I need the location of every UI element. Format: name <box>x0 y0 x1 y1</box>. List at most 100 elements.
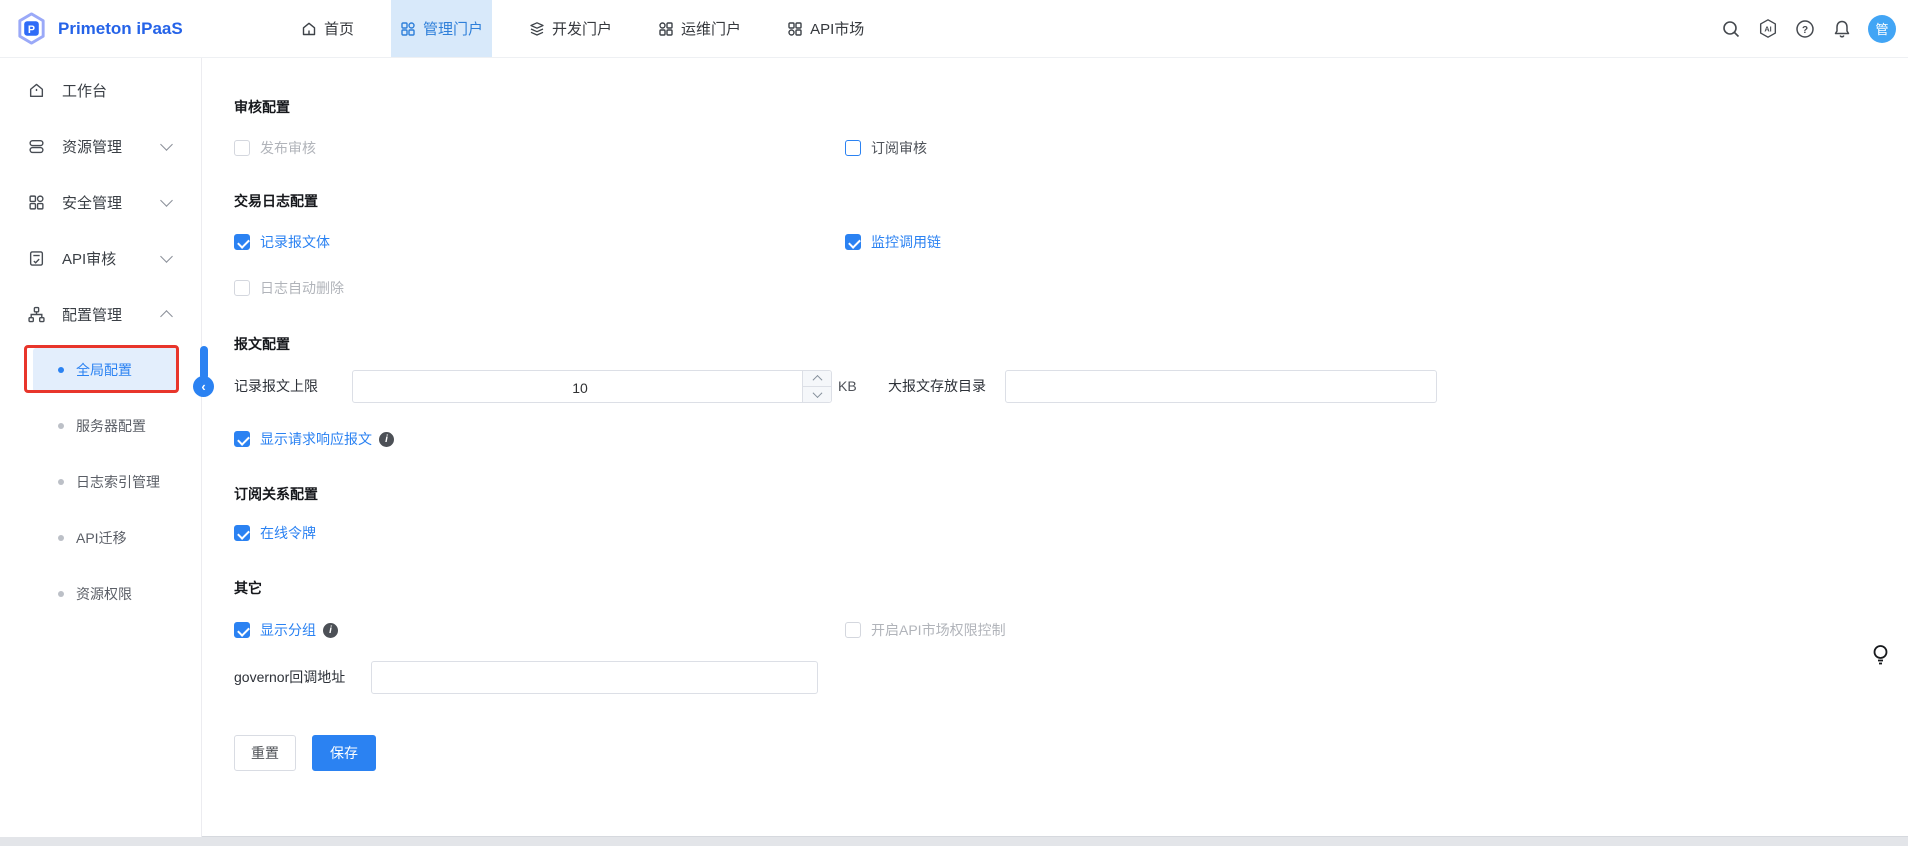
message-limit-input-wrap <box>352 370 832 403</box>
message-limit-input[interactable] <box>353 371 807 404</box>
sidebar-subitem-api-migration[interactable]: API迁移 <box>0 510 201 566</box>
nav-item-label: API市场 <box>810 18 864 39</box>
subscribe-audit-checkbox[interactable] <box>845 140 861 156</box>
sidebar-item-label: 资源管理 <box>62 136 122 157</box>
grid-icon <box>658 21 674 37</box>
sidebar-item-api-audit[interactable]: API审核 <box>0 230 201 286</box>
number-stepper <box>802 371 831 402</box>
header-actions: AI ? 管 <box>1720 0 1896 57</box>
top-header: P Primeton iPaaS 首页 管理门户 开发门户 <box>0 0 1908 58</box>
lightbulb-icon[interactable] <box>1872 644 1889 671</box>
sidebar-item-security-mgmt[interactable]: 安全管理 <box>0 174 201 230</box>
stepper-up-button[interactable] <box>803 371 831 386</box>
collapse-chevron-left-icon: ‹ <box>193 376 214 397</box>
bullet-dot <box>58 423 64 429</box>
chevron-down-icon <box>160 194 173 207</box>
sidebar-collapse-handle[interactable]: ‹ <box>193 346 215 406</box>
notification-bell-icon[interactable] <box>1831 18 1853 40</box>
nav-item-label: 管理门户 <box>423 18 483 39</box>
message-limit-label: 记录报文上限 <box>234 370 318 403</box>
sidebar-item-label: 安全管理 <box>62 192 122 213</box>
subscribe-audit-label: 订阅审核 <box>871 138 927 158</box>
record-body-row: 记录报文体 <box>234 232 330 252</box>
sidebar-subitem-label: 全局配置 <box>76 360 132 380</box>
online-token-checkbox[interactable] <box>234 525 250 541</box>
sidebar-item-resource-mgmt[interactable]: 资源管理 <box>0 118 201 174</box>
search-icon[interactable] <box>1720 18 1742 40</box>
section-title-audit-config: 审核配置 <box>234 97 290 117</box>
sidebar-subitem-label: 服务器配置 <box>76 416 146 436</box>
sidebar-item-label: API审核 <box>62 248 116 269</box>
governor-callback-input[interactable] <box>371 661 818 694</box>
sidebar-item-workbench[interactable]: 工作台 <box>0 62 201 118</box>
bullet-dot <box>58 591 64 597</box>
online-token-row: 在线令牌 <box>234 523 316 543</box>
sidebar-subitem-server-config[interactable]: 服务器配置 <box>0 398 201 454</box>
record-body-label: 记录报文体 <box>260 232 330 252</box>
show-reqres-row: 显示请求响应报文 i <box>234 429 394 449</box>
market-perm-row: 开启API市场权限控制 <box>845 620 1006 640</box>
message-limit-unit: KB <box>838 370 857 403</box>
user-avatar[interactable]: 管 <box>1868 15 1896 43</box>
show-group-checkbox[interactable] <box>234 622 250 638</box>
svg-text:P: P <box>28 24 35 36</box>
publish-audit-checkbox[interactable] <box>234 140 250 156</box>
grid-icon <box>787 21 803 37</box>
monitor-chain-label: 监控调用链 <box>871 232 941 252</box>
show-reqres-checkbox[interactable] <box>234 431 250 447</box>
grid-icon <box>400 21 416 37</box>
sidebar-subitem-label: 资源权限 <box>76 584 132 604</box>
section-title-other: 其它 <box>234 578 262 598</box>
svg-text:AI: AI <box>1764 25 1771 34</box>
chevron-up-icon <box>160 310 173 323</box>
reset-button[interactable]: 重置 <box>234 735 296 771</box>
info-icon[interactable]: i <box>323 623 338 638</box>
show-reqres-label: 显示请求响应报文 <box>260 429 372 449</box>
bullet-dot <box>58 535 64 541</box>
stepper-down-button[interactable] <box>803 386 831 402</box>
nav-item-label: 开发门户 <box>552 18 612 39</box>
publish-audit-label: 发布审核 <box>260 138 316 158</box>
nav-item-dev-portal[interactable]: 开发门户 <box>520 0 621 57</box>
global-config-panel: 审核配置 发布审核 订阅审核 交易日志配置 记录报文体 监控调用链 日志自动删除… <box>202 57 1908 837</box>
governor-callback-label: governor回调地址 <box>234 661 345 694</box>
sidebar-subitem-label: API迁移 <box>76 528 127 548</box>
help-icon[interactable]: ? <box>1794 18 1816 40</box>
market-perm-label: 开启API市场权限控制 <box>871 620 1006 640</box>
sidebar-item-label: 工作台 <box>62 80 107 101</box>
portal-nav: 首页 管理门户 开发门户 运维门户 <box>292 0 901 57</box>
online-token-label: 在线令牌 <box>260 523 316 543</box>
ai-assistant-icon[interactable]: AI <box>1757 18 1779 40</box>
big-message-dir-input[interactable] <box>1005 370 1437 403</box>
app-logo-icon: P <box>14 11 49 46</box>
nav-item-ops-portal[interactable]: 运维门户 <box>649 0 750 57</box>
record-body-checkbox[interactable] <box>234 234 250 250</box>
brand-title: Primeton iPaaS <box>58 0 183 57</box>
svg-text:?: ? <box>1802 25 1808 36</box>
chevron-down-icon <box>160 250 173 263</box>
big-message-dir-label: 大报文存放目录 <box>888 370 986 403</box>
monitor-chain-checkbox[interactable] <box>845 234 861 250</box>
bottom-scroll-strip[interactable] <box>0 836 1908 846</box>
market-perm-checkbox[interactable] <box>845 622 861 638</box>
workbench-icon <box>28 82 45 99</box>
sidebar-subitem-global-config[interactable]: 全局配置 <box>0 342 201 398</box>
subscribe-audit-row: 订阅审核 <box>845 138 927 158</box>
resource-icon <box>28 138 45 155</box>
collapse-bar <box>200 346 208 380</box>
show-group-row: 显示分组 i <box>234 620 338 640</box>
auto-delete-checkbox[interactable] <box>234 280 250 296</box>
nav-item-admin-portal[interactable]: 管理门户 <box>391 0 492 57</box>
sidebar-subitem-log-index-mgmt[interactable]: 日志索引管理 <box>0 454 201 510</box>
security-icon <box>28 194 45 211</box>
info-icon[interactable]: i <box>379 432 394 447</box>
sidebar-item-config-mgmt[interactable]: 配置管理 <box>0 286 201 342</box>
sidebar-subitem-resource-permission[interactable]: 资源权限 <box>0 566 201 622</box>
show-group-label: 显示分组 <box>260 620 316 640</box>
nav-item-home[interactable]: 首页 <box>292 0 363 57</box>
bullet-dot <box>58 367 64 373</box>
sidebar-item-label: 配置管理 <box>62 304 122 325</box>
save-button[interactable]: 保存 <box>312 735 376 771</box>
section-title-subscription-config: 订阅关系配置 <box>234 484 318 504</box>
nav-item-api-market[interactable]: API市场 <box>778 0 873 57</box>
